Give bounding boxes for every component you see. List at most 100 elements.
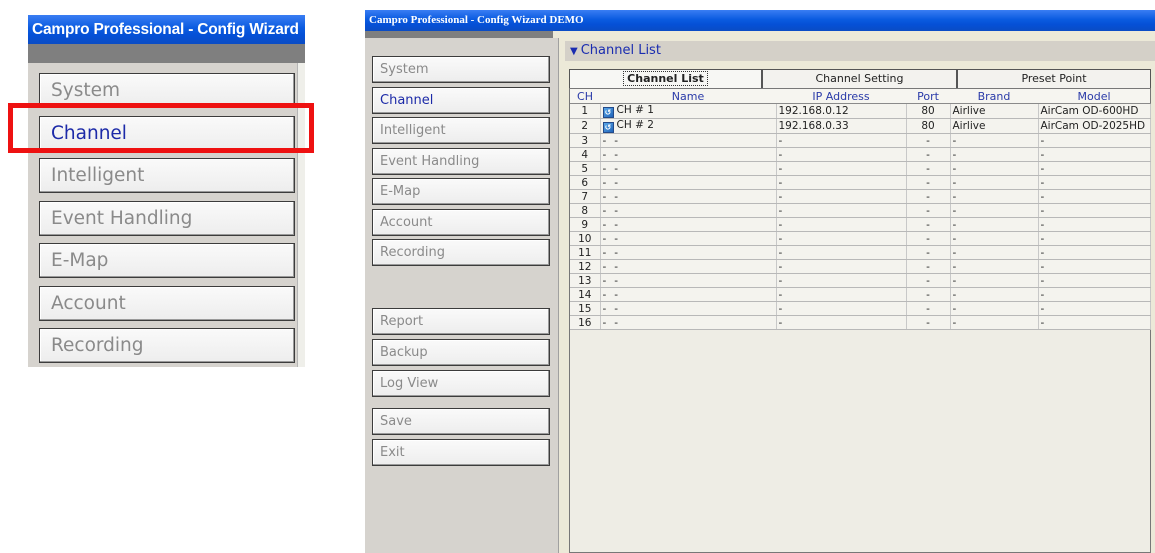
cell-port: -	[906, 315, 951, 330]
table-row[interactable]: 15- - - - - -	[570, 301, 1151, 316]
cell-model: -	[1038, 147, 1151, 162]
sidebar-header-strip	[365, 31, 553, 38]
zoom-nav-e-map-button[interactable]: E-Map	[39, 243, 295, 278]
window-title-bar: Campro Professional - Config Wizard DEMO	[365, 10, 1155, 31]
cell-port: -	[906, 217, 951, 232]
col-header-brand[interactable]: Brand	[950, 89, 1038, 104]
camera-status-icon: ↺	[602, 122, 614, 133]
table-row[interactable]: 16- - - - - -	[570, 315, 1151, 330]
table-row[interactable]: 2 ↺ CH # 2 192.168.0.33 80 Airlive AirCam OD-2…	[570, 118, 1151, 134]
cell-port: -	[906, 161, 951, 176]
cell-name: --	[600, 273, 777, 288]
cell-ch: 9	[570, 217, 601, 232]
cell-ip: -	[776, 217, 907, 232]
sidebar-e-map-button[interactable]: E-Map	[372, 178, 550, 205]
cell-model: -	[1038, 287, 1151, 302]
table-row[interactable]: 13- - - - - -	[570, 273, 1151, 288]
cell-ch: 2	[570, 118, 601, 134]
cell-model: -	[1038, 133, 1151, 148]
sidebar-intelligent-button[interactable]: Intelligent	[372, 117, 550, 144]
table-row[interactable]: 4------	[570, 147, 1151, 162]
table-row[interactable]: 10- - - - - -	[570, 231, 1151, 246]
cell-ip: -	[776, 259, 907, 274]
table-row[interactable]: 5------	[570, 161, 1151, 176]
zoom-header-strip	[28, 44, 305, 63]
cell-brand: -	[950, 217, 1039, 232]
cell-model: -	[1038, 259, 1151, 274]
cell-name: --	[600, 231, 777, 246]
sidebar-event-handling-button[interactable]: Event Handling	[372, 147, 550, 175]
cell-model: -	[1038, 175, 1151, 190]
col-header-ip[interactable]: IP Address	[776, 89, 906, 104]
channel-name-text: CH # 2	[616, 119, 654, 131]
icon-placeholder: -	[602, 260, 607, 273]
cell-brand: -	[950, 161, 1039, 176]
cell-ch: 12	[570, 259, 601, 274]
table-row[interactable]: 7------	[570, 189, 1151, 204]
cell-ch: 11	[570, 245, 601, 260]
cell-model: -	[1038, 301, 1151, 316]
table-row[interactable]: 9------	[570, 217, 1151, 232]
tab-channel-setting[interactable]: Channel Setting	[762, 69, 957, 88]
sidebar-channel-button[interactable]: Channel	[372, 86, 550, 114]
cell-name: --	[600, 175, 777, 190]
cell-port: 80	[906, 103, 951, 119]
cell-ch: 5	[570, 161, 601, 176]
table-row[interactable]: 1 ↺ CH # 1 192.168.0.12 80 Airlive AirCam OD-6…	[570, 103, 1151, 119]
cell-ch: 8	[570, 203, 601, 218]
cell-ch: 15	[570, 301, 601, 316]
cell-ch: 13	[570, 273, 601, 288]
zoom-nav-recording-button[interactable]: Recording	[39, 328, 295, 363]
table-row[interactable]: 8------	[570, 203, 1151, 218]
section-title: Channel List	[580, 43, 661, 58]
table-row[interactable]: 3------	[570, 133, 1151, 148]
channel-name-text: CH # 1	[616, 104, 654, 116]
zoom-nav-intelligent-button[interactable]: Intelligent	[39, 158, 295, 193]
cell-brand: -	[950, 189, 1039, 204]
cell-ip: -	[776, 301, 907, 316]
cell-port: -	[906, 273, 951, 288]
sidebar-account-button[interactable]: Account	[372, 208, 550, 236]
sidebar-report-button[interactable]: Report	[372, 308, 550, 335]
cell-brand: -	[950, 133, 1039, 148]
zoom-nav-account-button[interactable]: Account	[39, 285, 295, 321]
sidebar-backup-button[interactable]: Backup	[372, 339, 550, 366]
channel-highlight-box	[8, 103, 314, 153]
col-header-ch[interactable]: CH	[570, 89, 600, 104]
channel-name-text: -	[614, 176, 619, 189]
col-header-model[interactable]: Model	[1038, 89, 1150, 104]
icon-placeholder: -	[602, 246, 607, 259]
cell-ip: -	[776, 273, 907, 288]
sidebar-exit-button[interactable]: Exit	[372, 439, 550, 466]
cell-name: --	[600, 161, 777, 176]
icon-placeholder: -	[602, 176, 607, 189]
table-header-row: CH Name IP Address Port Brand Model	[570, 89, 1150, 104]
cell-model: -	[1038, 245, 1151, 260]
sidebar-save-button[interactable]: Save	[372, 408, 550, 435]
cell-port: -	[906, 287, 951, 302]
cell-ch: 3	[570, 133, 601, 148]
table-row[interactable]: 11- - - - - -	[570, 245, 1151, 260]
cell-ip: -	[776, 161, 907, 176]
cell-model: -	[1038, 203, 1151, 218]
cell-ip: -	[776, 287, 907, 302]
sidebar-recording-button[interactable]: Recording	[372, 239, 550, 266]
col-header-port[interactable]: Port	[906, 89, 950, 104]
tab-preset-point[interactable]: Preset Point	[957, 69, 1151, 88]
sidebar: System Channel Intelligent Event Handling E-…	[365, 38, 559, 553]
table-row[interactable]: 14- - - - - -	[570, 287, 1151, 302]
channel-name-text: -	[614, 246, 619, 259]
cell-ch: 4	[570, 147, 601, 162]
cell-name: --	[600, 259, 777, 274]
col-header-name[interactable]: Name	[600, 89, 776, 104]
channel-name-text: -	[614, 162, 619, 175]
icon-placeholder: -	[602, 134, 607, 147]
icon-placeholder: -	[602, 316, 607, 329]
sidebar-system-button[interactable]: System	[372, 56, 550, 83]
sidebar-log-view-button[interactable]: Log View	[372, 370, 550, 397]
cell-name: ↺ CH # 1	[600, 103, 777, 119]
table-row[interactable]: 12- - - - - -	[570, 259, 1151, 274]
tab-channel-list[interactable]: Channel List	[569, 69, 762, 88]
table-row[interactable]: 6------	[570, 175, 1151, 190]
zoom-nav-event-handling-button[interactable]: Event Handling	[39, 200, 295, 236]
